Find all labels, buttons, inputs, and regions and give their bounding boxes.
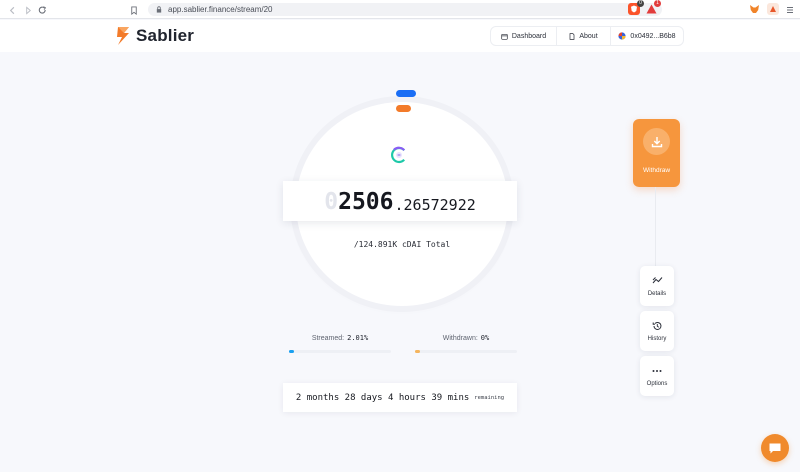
remaining-time-box: 2 months 28 days 4 hours 39 mins remaini… (283, 383, 517, 412)
withdrawn-label: Withdrawn: (442, 335, 478, 342)
chart-icon (652, 275, 663, 286)
bookmark-icon[interactable] (126, 2, 142, 18)
alert-badge: 1 (654, 0, 661, 7)
withdrawn-indicator (396, 105, 411, 112)
back-icon[interactable] (4, 2, 20, 18)
nav-about-label: About (579, 32, 598, 40)
nav-dashboard-label: Dashboard (511, 32, 547, 40)
withdrawn-value: 0% (480, 334, 490, 342)
cdai-token-icon (390, 146, 408, 164)
options-button[interactable]: Options (640, 356, 674, 396)
action-rail (655, 187, 656, 267)
menu-icon[interactable] (782, 2, 798, 18)
options-label: Options (646, 381, 668, 387)
streamed-indicator (396, 90, 416, 97)
brave-badge: 0 (637, 0, 644, 7)
streamed-label-row: Streamed: 2.01% (289, 334, 391, 342)
download-icon (643, 128, 670, 155)
top-navigation: Dashboard About 0x0492...B6b8 (490, 26, 684, 46)
streamed-bar (289, 350, 391, 353)
app-header: Sablier Dashboard About 0x0492...B6b8 (0, 20, 800, 52)
avatar-icon (618, 32, 627, 40)
sablier-logo (117, 27, 129, 45)
amount-integer: 2506 (338, 189, 394, 215)
chat-button[interactable] (761, 434, 789, 462)
remaining-label: remaining (474, 394, 505, 401)
streamed-bar-fill (289, 350, 295, 353)
brand-name: Sablier (136, 26, 195, 45)
streamed-progress: Streamed: 2.01% (289, 334, 391, 353)
history-button[interactable]: History (640, 311, 674, 351)
details-button[interactable]: Details (640, 266, 674, 306)
withdrawn-bar-fill (415, 350, 421, 353)
extension-icon[interactable] (767, 3, 779, 15)
lock-icon (156, 6, 162, 13)
nav-account[interactable]: 0x0492...B6b8 (611, 27, 683, 45)
stream-total: /124.891K cDAI Total (353, 240, 451, 249)
withdraw-button[interactable]: Withdraw (633, 119, 680, 187)
withdrawn-bar (415, 350, 517, 353)
streamed-value: 2.01% (347, 334, 369, 342)
reload-icon[interactable] (34, 2, 50, 18)
amount-decimal: .26572922 (394, 196, 476, 214)
url-text: app.sablier.finance/stream/20 (168, 5, 273, 14)
metamask-icon[interactable] (748, 3, 760, 15)
account-address: 0x0492...B6b8 (630, 32, 676, 40)
amount-leading-zero: 0 (324, 189, 339, 215)
details-label: Details (647, 291, 667, 297)
document-icon (569, 32, 575, 40)
withdraw-label: Withdraw (642, 167, 671, 174)
withdrawn-progress: Withdrawn: 0% (415, 334, 517, 353)
nav-about[interactable]: About (557, 27, 611, 45)
alert-icon[interactable]: 1 (645, 0, 661, 15)
calendar-icon (501, 33, 508, 40)
brand-logo[interactable]: Sablier (116, 26, 194, 46)
address-bar[interactable]: app.sablier.finance/stream/20 (148, 3, 662, 16)
brave-shield-icon[interactable]: 0 (628, 0, 644, 15)
nav-dashboard[interactable]: Dashboard (491, 27, 557, 45)
history-label: History (647, 336, 667, 342)
streamed-label: Streamed: (311, 335, 345, 342)
withdrawn-label-row: Withdrawn: 0% (415, 334, 517, 342)
remaining-time: 2 months 28 days 4 hours 39 mins (295, 392, 470, 403)
streamed-amount: 0 2506.26572922 (283, 181, 517, 221)
browser-toolbar: app.sablier.finance/stream/20 0 1 (0, 0, 800, 19)
chat-icon (769, 443, 781, 453)
history-icon (652, 320, 662, 331)
more-icon (652, 365, 662, 376)
